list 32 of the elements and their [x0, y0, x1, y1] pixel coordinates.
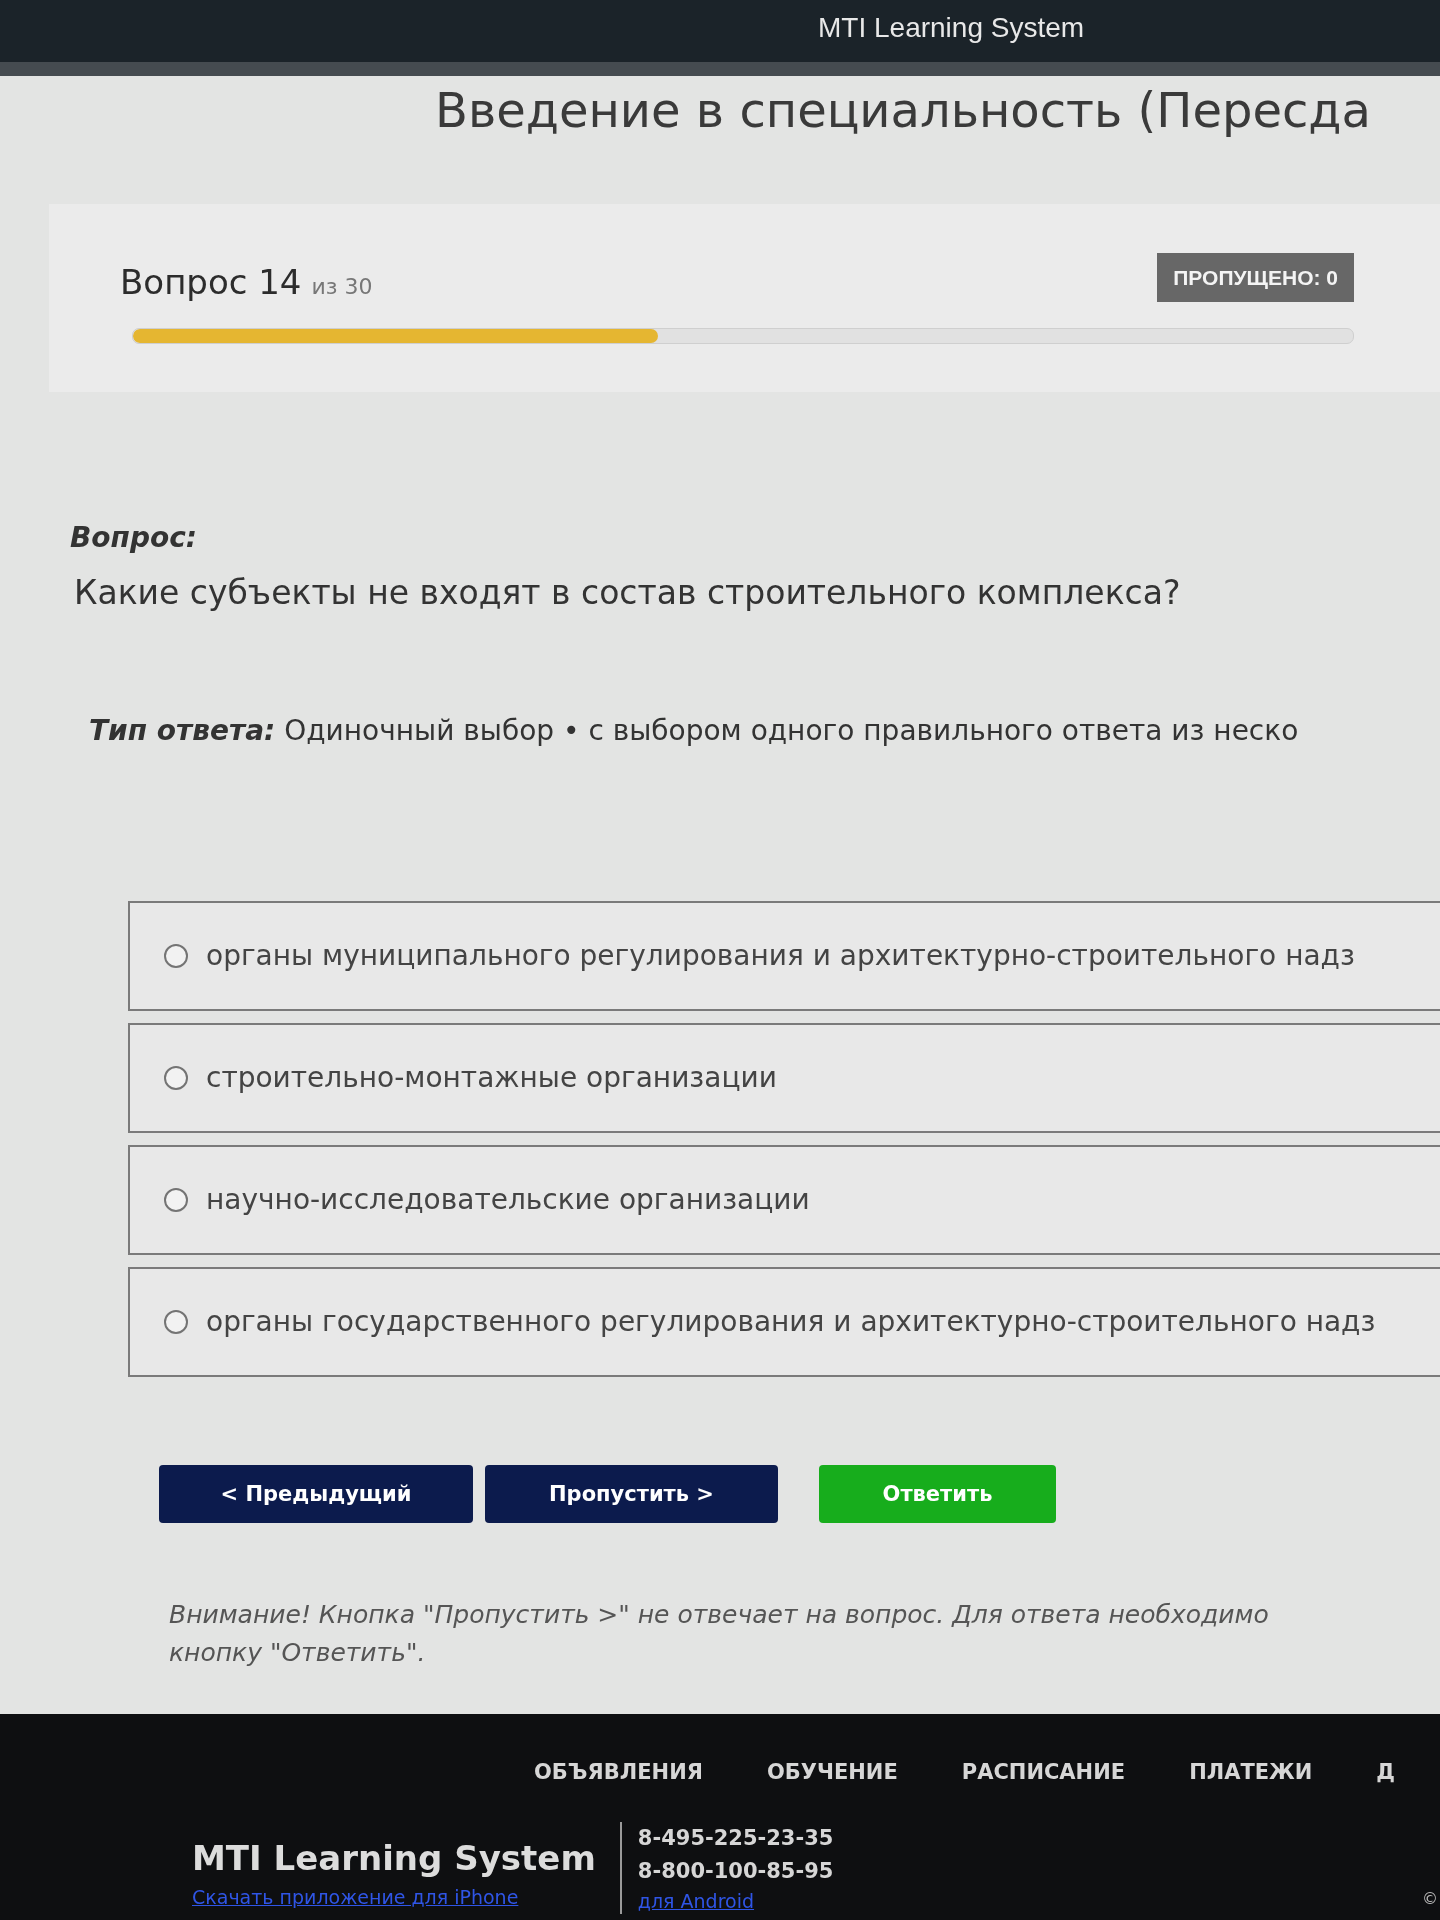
skip-button[interactable]: Пропустить > [485, 1465, 778, 1523]
answer-type-text: Тип ответа: Одиночный выбор • с выбором одного правильного ответа из неско [89, 713, 1299, 749]
question-heading: Вопрос: [70, 520, 197, 556]
footer-nav-link[interactable]: РАСПИСАНИЕ [961, 1759, 1126, 1785]
radio-button[interactable] [164, 944, 188, 968]
answer-option[interactable]: органы муниципального регулирования и архитектурно-строительного надз [128, 901, 1440, 1011]
footer-nav-link[interactable]: ОБУЧЕНИЕ [766, 1759, 898, 1785]
skipped-count-badge: ПРОПУЩЕНО: 0 [1157, 253, 1354, 302]
copyright-sign: © [1422, 1888, 1438, 1910]
footer-nav-link[interactable]: ОБЪЯВЛЕНИЯ [534, 1759, 703, 1785]
skip-warning-note: Внимание! Кнопка "Пропустить >" не отвечает на вопрос. Для ответа необходимо кнопку "Ответить". [169, 1599, 1269, 1669]
option-label: органы муниципального регулирования и архитектурно-строительного надз [206, 938, 1355, 974]
previous-button[interactable]: < Предыдущий [159, 1465, 473, 1523]
question-text: Какие субъекты не входят в состав строительного комплекса? [74, 572, 1181, 614]
radio-button[interactable] [164, 1066, 188, 1090]
answer-option[interactable]: органы государственного регулирования и архитектурно-строительного надз [128, 1267, 1440, 1377]
footer-brand: MTI Learning System [192, 1838, 596, 1878]
phone-number: 8-800-100-85-95 [637, 1858, 834, 1885]
question-total: из 30 [311, 273, 373, 301]
answer-option[interactable]: научно-исследовательские организации [128, 1145, 1440, 1255]
footer-nav-link[interactable]: ПЛАТЕЖИ [1189, 1759, 1313, 1785]
question-counter: Вопрос 14 [120, 262, 302, 302]
course-title: Введение в специальность (Пересда [435, 82, 1371, 138]
option-label: органы государственного регулирования и архитектурно-строительного надз [206, 1304, 1376, 1340]
site-title: MTI Learning System [818, 12, 1085, 44]
option-label: научно-исследовательские организации [206, 1182, 810, 1218]
option-label: строительно-монтажные организации [206, 1060, 777, 1096]
radio-button[interactable] [164, 1310, 188, 1334]
footer-nav-link[interactable]: Д [1376, 1759, 1396, 1785]
phone-number: 8-495-225-23-35 [637, 1825, 834, 1852]
radio-button[interactable] [164, 1188, 188, 1212]
answer-option[interactable]: строительно-монтажные организации [128, 1023, 1440, 1133]
